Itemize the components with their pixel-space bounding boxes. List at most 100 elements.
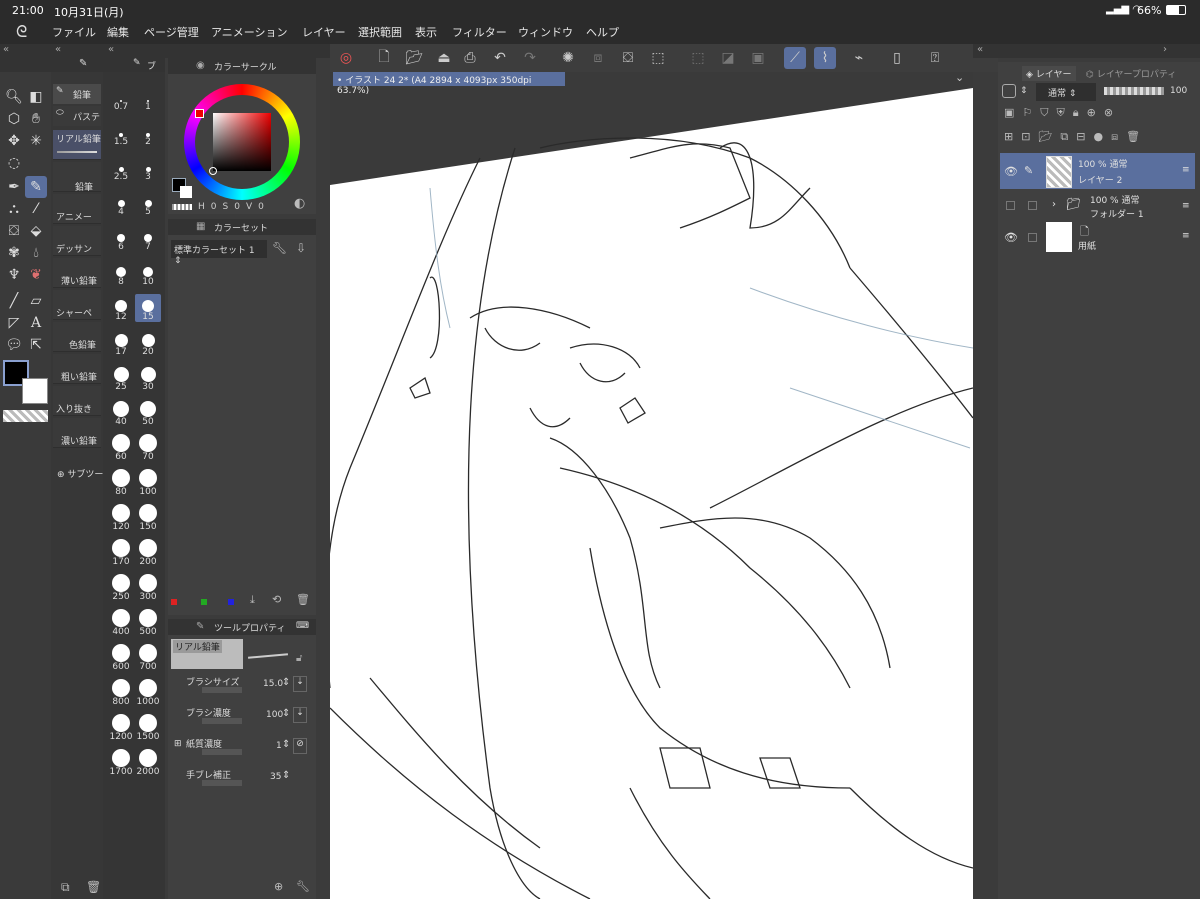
- layer-color-icon[interactable]: [1002, 84, 1016, 98]
- lasso-icon[interactable]: ◌: [3, 152, 25, 174]
- brush-size-item[interactable]: 700: [135, 644, 161, 672]
- brush-density-slider[interactable]: [202, 718, 242, 724]
- pressure-icon[interactable]: ⇣: [293, 676, 307, 692]
- menu-file[interactable]: ファイル: [52, 24, 96, 40]
- subtool-item[interactable]: 入り抜き: [53, 386, 101, 416]
- brush-size-item[interactable]: 12: [108, 294, 134, 322]
- mini-sub-color[interactable]: [180, 186, 192, 198]
- airbrush-icon[interactable]: ⛬: [3, 198, 25, 220]
- fill-icon[interactable]: ⛋: [3, 220, 25, 242]
- invert-selection-icon[interactable]: ◪: [717, 47, 739, 69]
- vector-pen-icon[interactable]: ♆: [3, 264, 25, 286]
- sv-marker[interactable]: [209, 167, 217, 175]
- brush-size-item[interactable]: 120: [108, 504, 134, 532]
- brush-size-item[interactable]: 5: [135, 189, 161, 217]
- brush-size-item[interactable]: 25: [108, 364, 134, 392]
- add-subtool-button[interactable]: ⊕ サブツー: [57, 467, 103, 480]
- subtool-item[interactable]: リアル鉛筆: [53, 130, 101, 160]
- brush-size-item[interactable]: 2: [135, 119, 161, 147]
- visibility-checkbox[interactable]: [1006, 201, 1015, 210]
- wrench-icon[interactable]: 🔧︎: [296, 880, 310, 893]
- brush-size-item[interactable]: 1.5: [108, 119, 134, 147]
- brush-size-item[interactable]: 10: [135, 259, 161, 287]
- hue-marker[interactable]: [195, 109, 204, 118]
- brush-size-item[interactable]: 7: [135, 224, 161, 252]
- clip-studio-icon[interactable]: ◎: [335, 47, 357, 69]
- menu-edit[interactable]: 編集: [107, 24, 129, 40]
- pressure-icon[interactable]: ⇣: [293, 707, 307, 723]
- brush-size-item[interactable]: 400: [108, 609, 134, 637]
- stepper-icon[interactable]: ⇕: [282, 708, 290, 719]
- color-set-tab-icon[interactable]: ▦: [196, 221, 205, 232]
- brush-size-item[interactable]: 8: [108, 259, 134, 287]
- color-space-switch-icon[interactable]: ◐: [294, 196, 305, 211]
- fill-bucket-icon[interactable]: ⛋: [617, 47, 639, 69]
- preset-preview[interactable]: リアル鉛筆: [171, 639, 243, 669]
- subtool-item[interactable]: シャーペ: [53, 290, 101, 320]
- snap-grid-icon[interactable]: ⌁: [848, 47, 870, 69]
- delete-subtool-icon[interactable]: 🗑︎: [86, 880, 101, 894]
- crop-icon[interactable]: ▣: [747, 47, 769, 69]
- layer-property-tab[interactable]: ⌬ レイヤープロパティ: [1086, 67, 1176, 80]
- drawing-canvas[interactable]: [330, 88, 973, 899]
- layer-row[interactable]: 👁︎ 🗋︎ 用紙 ≡: [1000, 219, 1195, 255]
- lock-icon[interactable]: 🔓︎: [296, 653, 302, 664]
- brush-size-item[interactable]: 800: [108, 679, 134, 707]
- duplicate-subtool-icon[interactable]: ⧉: [61, 880, 70, 895]
- text-icon[interactable]: A: [25, 312, 47, 334]
- collapse-left-icon[interactable]: «: [108, 44, 114, 55]
- menu-layer[interactable]: レイヤー: [302, 24, 346, 40]
- auto-select-icon[interactable]: ✳: [25, 130, 47, 152]
- balloon-icon[interactable]: 💬︎: [3, 334, 25, 356]
- layer-option-icons[interactable]: ▣⚐⛉⛨🔒︎⊕⊗: [1004, 106, 1194, 120]
- zoom-icon[interactable]: 🔍︎: [3, 86, 25, 108]
- brush-size-item[interactable]: 15: [135, 294, 161, 322]
- clear-icon[interactable]: ⧈: [587, 47, 609, 69]
- edit-checkbox[interactable]: [1028, 201, 1037, 210]
- smartphone-icon[interactable]: ▯: [886, 47, 908, 69]
- brush-size-item[interactable]: 6: [108, 224, 134, 252]
- sub-color-swatch[interactable]: [22, 378, 48, 404]
- brush-density-value[interactable]: 100: [266, 710, 283, 720]
- add-color-icon[interactable]: ⤓: [250, 593, 255, 607]
- menu-window[interactable]: ウィンドウ: [518, 24, 573, 40]
- brush-size-item[interactable]: 50: [135, 399, 161, 427]
- blend-mode-select[interactable]: 通常 ⇕: [1036, 83, 1096, 101]
- tool-property-tab-icon[interactable]: ✎: [196, 621, 204, 632]
- chevron-down-icon[interactable]: ⌄: [955, 71, 964, 84]
- hamburger-icon[interactable]: ≡: [1182, 165, 1190, 175]
- subtool-item[interactable]: 粗い鉛筆: [53, 354, 101, 384]
- brush-size-item[interactable]: 60: [108, 434, 134, 462]
- collapse-right-icon[interactable]: ›: [1163, 44, 1167, 55]
- brush-size-item[interactable]: 2000: [135, 749, 161, 777]
- subtool-item[interactable]: デッサン: [53, 226, 101, 256]
- paper-density-slider[interactable]: [202, 749, 242, 755]
- brush-size-item[interactable]: 0.7: [108, 84, 134, 112]
- subtool-group-tab[interactable]: ✎ 鉛筆: [53, 84, 101, 104]
- brush-size-item[interactable]: 250: [108, 574, 134, 602]
- brush-size-item[interactable]: 200: [135, 539, 161, 567]
- brush-size-item[interactable]: 500: [135, 609, 161, 637]
- delete-color-icon[interactable]: 🗑︎: [296, 593, 310, 606]
- pen-edit-icon[interactable]: ✎: [1024, 164, 1033, 177]
- stabilization-slider[interactable]: [202, 780, 242, 786]
- layer-action-icons[interactable]: ⊞⊡📂︎⧉⊟●⧈🗑︎: [1004, 130, 1194, 144]
- smudge-icon[interactable]: ❦: [25, 264, 47, 286]
- transparent-color-swatch[interactable]: [3, 410, 48, 422]
- app-logo-icon[interactable]: ᘓ: [16, 22, 27, 42]
- paper-density-value[interactable]: 1: [276, 741, 282, 751]
- collapse-right-icon[interactable]: «: [977, 44, 983, 55]
- stepper-icon[interactable]: ⇕: [282, 677, 290, 688]
- pen-icon[interactable]: ✒: [3, 176, 25, 198]
- keyboard-icon[interactable]: ⌨: [296, 621, 309, 631]
- pencil-tab-icon[interactable]: ✎: [79, 58, 87, 69]
- line-icon[interactable]: ╱: [3, 290, 25, 312]
- eye-icon[interactable]: 👁︎: [1004, 231, 1018, 244]
- stepper-icon[interactable]: ⇕: [282, 739, 290, 750]
- move-icon[interactable]: ✥: [3, 130, 25, 152]
- replace-color-icon[interactable]: ⟲: [272, 593, 281, 606]
- save-icon[interactable]: ⏏: [433, 47, 455, 69]
- hand-icon[interactable]: ✋︎: [25, 108, 47, 130]
- brush-size-item[interactable]: 100: [135, 469, 161, 497]
- loading-icon[interactable]: ✺: [557, 47, 579, 69]
